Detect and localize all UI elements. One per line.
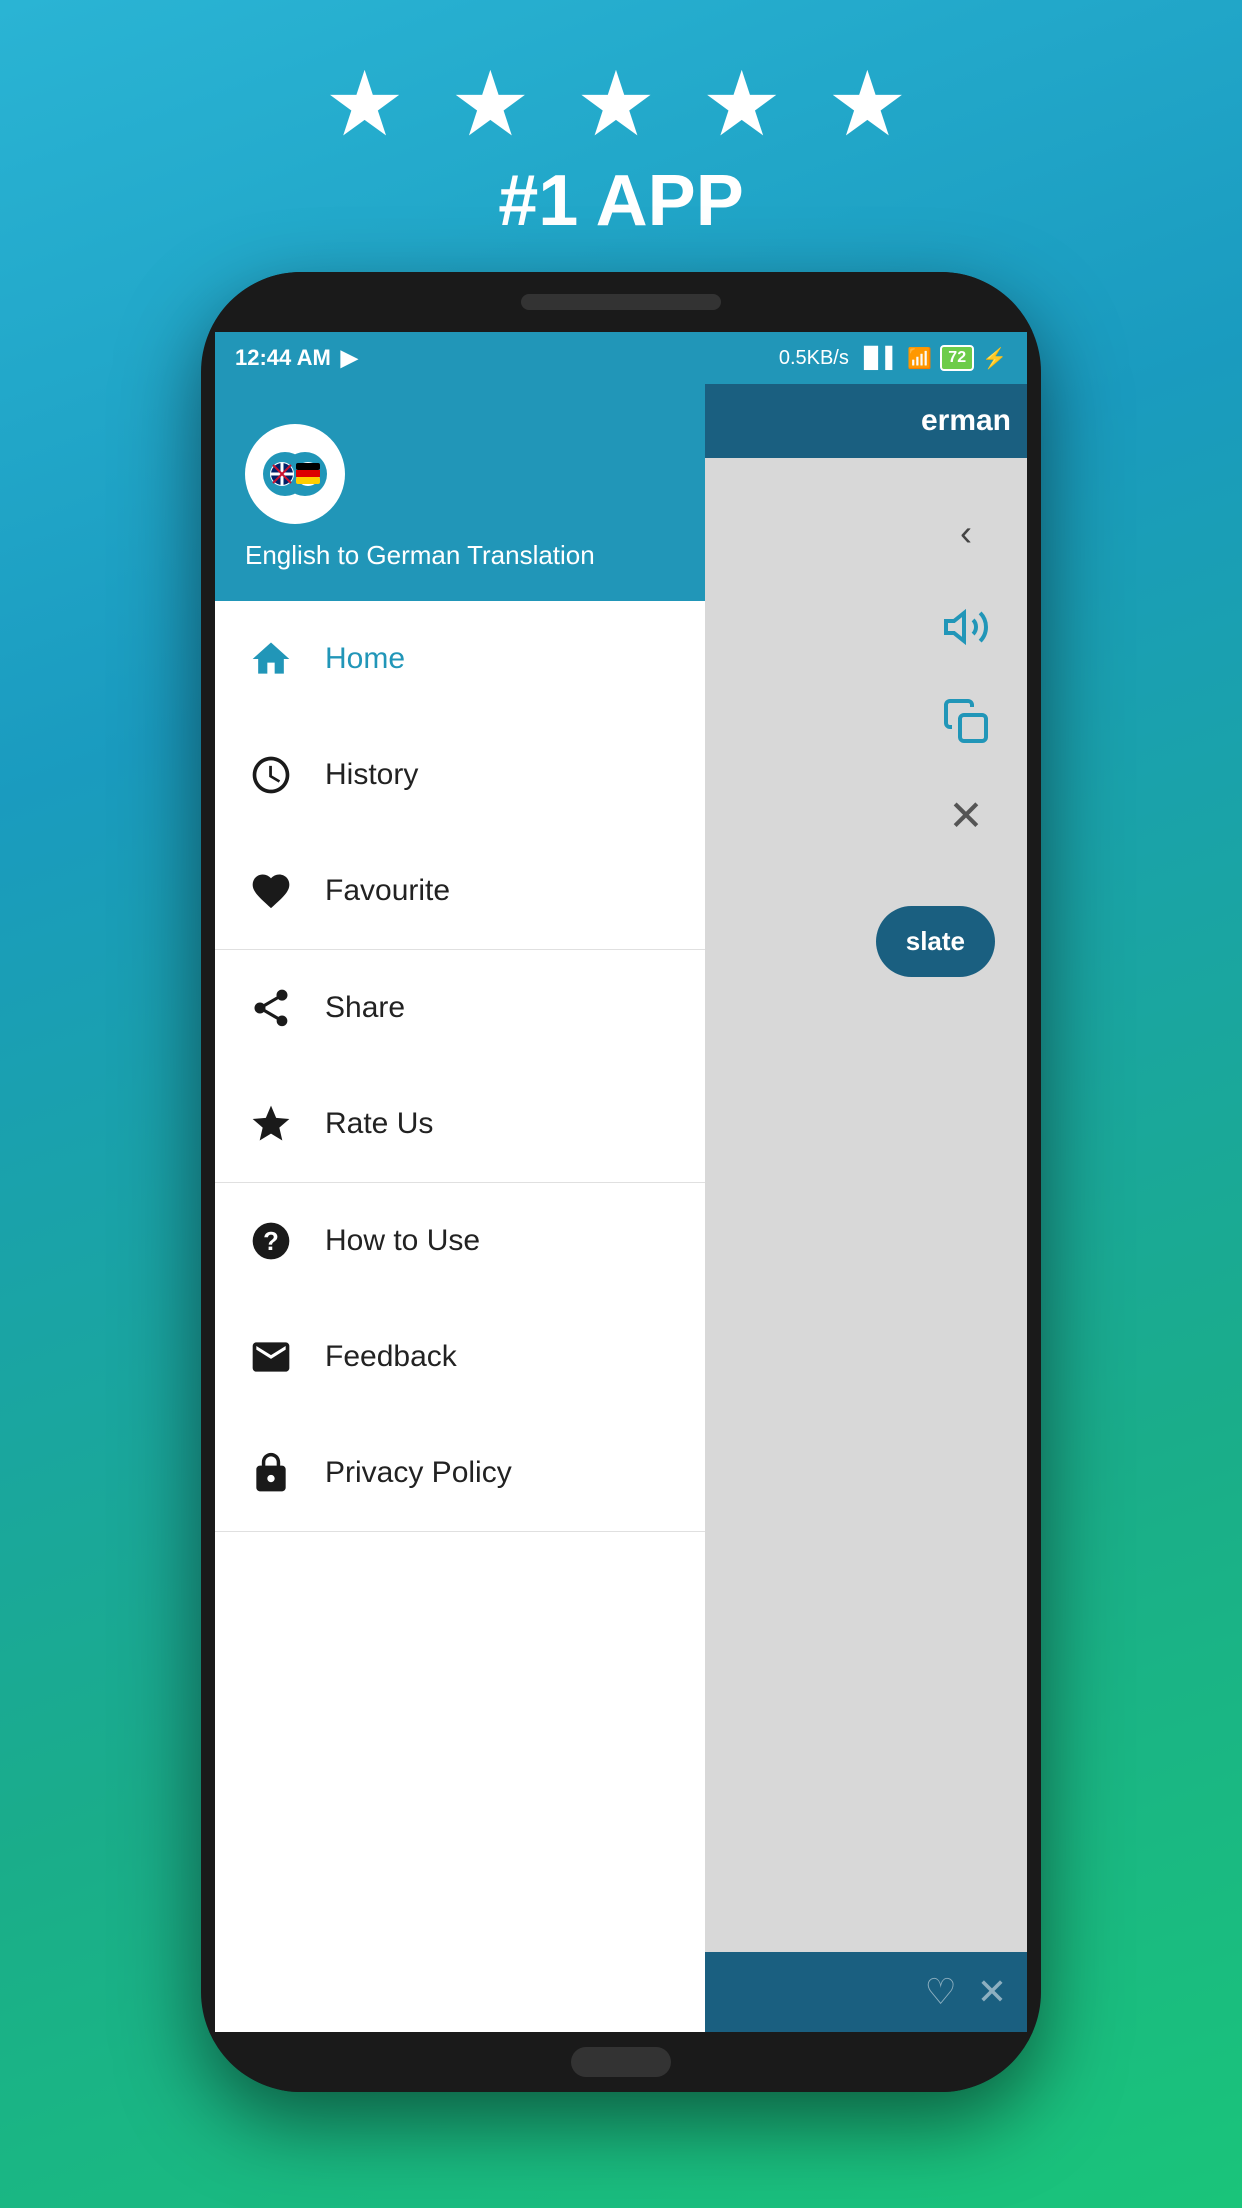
- phone-bottom-bar: [201, 2032, 1041, 2092]
- clock-icon: [245, 749, 297, 801]
- ad-close-icon[interactable]: ✕: [977, 1971, 1007, 2013]
- main-app-panel: erman ‹: [705, 384, 1027, 2032]
- main-app-header: erman: [705, 384, 1027, 458]
- charging-icon: ⚡: [982, 346, 1007, 371]
- main-header-title: erman: [921, 404, 1011, 438]
- bottom-ad-bar: ♡ ✕: [705, 1952, 1027, 2032]
- speaker-icon[interactable]: [931, 592, 1001, 662]
- menu-label-history: History: [325, 758, 418, 792]
- drawer-header: English to German Translation: [215, 384, 705, 601]
- time-display: 12:44 AM: [235, 345, 331, 371]
- home-gesture-bar: [571, 2047, 671, 2077]
- menu-label-favourite: Favourite: [325, 874, 450, 908]
- copy-icon[interactable]: [931, 686, 1001, 756]
- translate-button[interactable]: slate: [876, 906, 995, 977]
- stars-display: ★ ★ ★ ★ ★: [324, 60, 917, 150]
- home-icon: [245, 633, 297, 685]
- menu-group-social: Share Rate Us: [215, 950, 705, 1183]
- signal-icon: ▐▌▌: [857, 347, 900, 370]
- menu-group-main: Home History: [215, 601, 705, 950]
- status-bar: 12:44 AM ▶ 0.5KB/s ▐▌▌ 📶 72 ⚡: [215, 332, 1027, 384]
- app-content: English to German Translation Home: [215, 384, 1027, 2032]
- menu-label-rate-us: Rate Us: [325, 1107, 433, 1141]
- status-left: 12:44 AM ▶: [235, 345, 358, 371]
- main-app-actions: ‹: [705, 458, 1027, 1952]
- battery-display: 72: [940, 345, 974, 371]
- drawer-menu: English to German Translation Home: [215, 384, 705, 2032]
- close-main-icon[interactable]: ✕: [931, 780, 1001, 850]
- phone-top-bar: [201, 272, 1041, 332]
- star-icon: [245, 1098, 297, 1150]
- chevron-back-icon[interactable]: ‹: [931, 498, 1001, 568]
- network-icon: ▶: [341, 345, 358, 371]
- menu-group-info: ? How to Use Feedback: [215, 1183, 705, 1532]
- phone-speaker: [521, 294, 721, 310]
- menu-item-privacy-policy[interactable]: Privacy Policy: [215, 1415, 705, 1531]
- menu-item-feedback[interactable]: Feedback: [215, 1299, 705, 1415]
- menu-label-feedback: Feedback: [325, 1340, 457, 1374]
- menu-label-home: Home: [325, 642, 405, 676]
- menu-item-how-to-use[interactable]: ? How to Use: [215, 1183, 705, 1299]
- ad-heart-icon: ♡: [925, 1971, 957, 2013]
- menu-item-rate-us[interactable]: Rate Us: [215, 1066, 705, 1182]
- menu-label-how-to-use: How to Use: [325, 1224, 480, 1258]
- question-icon: ?: [245, 1215, 297, 1267]
- lock-icon: [245, 1447, 297, 1499]
- heart-icon: [245, 865, 297, 917]
- drawer-app-title: English to German Translation: [245, 540, 675, 571]
- app-rank-label: #1 APP: [498, 160, 743, 242]
- top-badge-area: ★ ★ ★ ★ ★ #1 APP: [324, 60, 917, 242]
- menu-item-share[interactable]: Share: [215, 950, 705, 1066]
- menu-label-privacy-policy: Privacy Policy: [325, 1456, 512, 1490]
- envelope-icon: [245, 1331, 297, 1383]
- menu-item-history[interactable]: History: [215, 717, 705, 833]
- menu-item-favourite[interactable]: Favourite: [215, 833, 705, 949]
- menu-item-home[interactable]: Home: [215, 601, 705, 717]
- network-speed: 0.5KB/s: [779, 347, 849, 370]
- phone-shell: 12:44 AM ▶ 0.5KB/s ▐▌▌ 📶 72 ⚡: [201, 272, 1041, 2092]
- svg-text:?: ?: [263, 1228, 279, 1256]
- phone-screen: 12:44 AM ▶ 0.5KB/s ▐▌▌ 📶 72 ⚡: [215, 332, 1027, 2032]
- share-icon: [245, 982, 297, 1034]
- menu-label-share: Share: [325, 991, 405, 1025]
- drawer-menu-items: Home History: [215, 601, 705, 2032]
- wifi-icon: 📶: [907, 346, 932, 371]
- status-right: 0.5KB/s ▐▌▌ 📶 72 ⚡: [779, 345, 1007, 371]
- app-logo: [245, 424, 345, 524]
